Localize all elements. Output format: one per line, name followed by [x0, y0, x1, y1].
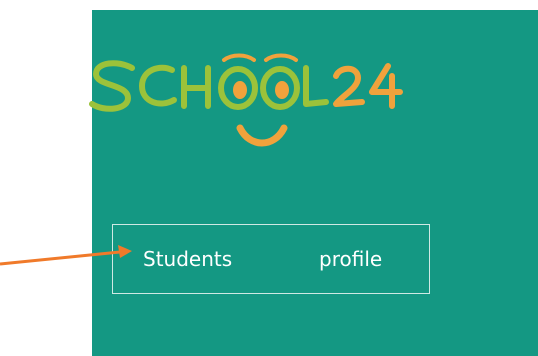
- profile-label: profile: [319, 247, 383, 271]
- school24-logo: [0, 10, 538, 170]
- school24-logo-graphic: [89, 53, 403, 147]
- students-profile-button[interactable]: Students profile: [112, 224, 430, 294]
- students-label: Students: [143, 247, 233, 271]
